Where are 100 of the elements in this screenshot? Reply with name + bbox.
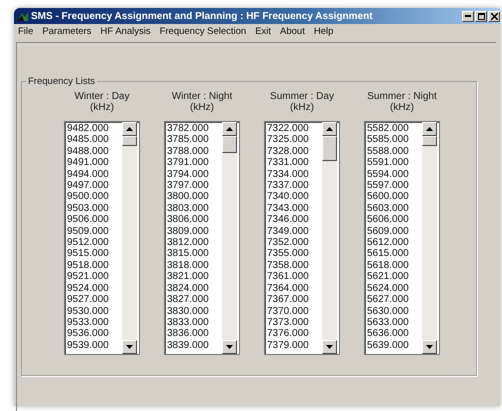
- list-item[interactable]: 9488.000: [67, 146, 122, 158]
- list-item[interactable]: 3818.000: [167, 260, 222, 272]
- menu-item[interactable]: Frequency Selection: [160, 26, 246, 37]
- list-item[interactable]: 7322.000: [267, 123, 322, 134]
- list-item[interactable]: 9518.000: [67, 260, 122, 272]
- list-item[interactable]: 7379.000: [267, 340, 322, 352]
- frequency-listbox[interactable]: 7322.000 7325.000 7328.000 7331.000 7334.000 7337.000 7340.000 7343.000 7346.000 7349.000 7352.000 7355.000 7358.000 7361.000 7364.000 7367.000 7370.000 7373.000 7376.000 7379.000: [264, 121, 340, 355]
- list-item[interactable]: 3794.000: [167, 168, 222, 180]
- list-item[interactable]: 7355.000: [267, 248, 322, 260]
- frequency-listbox[interactable]: 5582.000 5585.000 5588.000 5591.000 5594.000 5597.000 5600.000 5603.000 5606.000 5609.000 5612.000 5615.000 5618.000 5621.000 5624.000 5627.000 5630.000 5633.000 5636.000 5639.000: [364, 121, 440, 355]
- group-title: Frequency Lists: [27, 76, 96, 87]
- unit-label: (kHz): [390, 102, 414, 113]
- list-item[interactable]: 3833.000: [167, 316, 222, 328]
- column-heading: Winter : Day: [74, 91, 130, 102]
- list-item[interactable]: 9512.000: [67, 237, 122, 248]
- list-item[interactable]: 7349.000: [267, 226, 322, 238]
- list-item[interactable]: 9533.000: [67, 316, 122, 328]
- list-item[interactable]: 9524.000: [67, 282, 122, 294]
- list-item[interactable]: 3791.000: [167, 157, 222, 169]
- list-item[interactable]: 5594.000: [367, 168, 422, 180]
- list-item[interactable]: 3836.000: [167, 328, 222, 340]
- list-item[interactable]: 5597.000: [367, 180, 422, 192]
- list-item[interactable]: 7361.000: [267, 271, 322, 283]
- unit-label: (kHz): [290, 102, 314, 113]
- list-item[interactable]: 7358.000: [267, 260, 322, 272]
- list-item[interactable]: 9515.000: [67, 248, 122, 260]
- window-title: SMS - Frequency Assignment and Planning : HF Frequency Assignment: [31, 10, 373, 22]
- list-item[interactable]: 7334.000: [267, 168, 322, 180]
- frequency-listbox[interactable]: 3782.000 3785.000 3788.000 3791.000 3794.000 3797.000 3800.000 3803.000 3806.000 3809.000 3812.000 3815.000 3818.000 3821.000 3824.000 3827.000 3830.000 3833.000 3836.000 3839.000: [164, 121, 240, 355]
- list-item[interactable]: 7367.000: [267, 294, 322, 306]
- list-item[interactable]: 7346.000: [267, 214, 322, 226]
- list-item[interactable]: 9485.000: [67, 134, 122, 146]
- column-heading: Winter : Night: [172, 91, 232, 102]
- menu-item[interactable]: Help: [314, 26, 334, 37]
- list-item[interactable]: 9494.000: [67, 168, 122, 180]
- list-item[interactable]: 3830.000: [167, 306, 222, 317]
- list-item[interactable]: 5588.000: [367, 146, 422, 158]
- column-heading: Summer : Night: [367, 91, 437, 102]
- list-item[interactable]: 9500.000: [67, 191, 122, 203]
- list-item[interactable]: 5627.000: [367, 294, 422, 306]
- list-item[interactable]: 5585.000: [367, 134, 422, 146]
- list-item[interactable]: 3788.000: [167, 146, 222, 158]
- list-item[interactable]: 3809.000: [167, 226, 222, 238]
- list-item[interactable]: 7343.000: [267, 202, 322, 214]
- list-item[interactable]: 7325.000: [267, 134, 322, 146]
- list-item[interactable]: 5621.000: [367, 271, 422, 283]
- menu-item[interactable]: File: [18, 26, 34, 37]
- list-item[interactable]: 9506.000: [67, 214, 122, 226]
- list-item[interactable]: 7337.000: [267, 180, 322, 192]
- list-item[interactable]: 7373.000: [267, 316, 322, 328]
- list-item[interactable]: 3827.000: [167, 294, 222, 306]
- list-item[interactable]: 3815.000: [167, 248, 222, 260]
- list-item[interactable]: 7331.000: [267, 157, 322, 169]
- list-item[interactable]: 3803.000: [167, 202, 222, 214]
- list-item[interactable]: 7376.000: [267, 328, 322, 340]
- list-item[interactable]: 9536.000: [67, 328, 122, 340]
- list-item[interactable]: 3812.000: [167, 237, 222, 248]
- list-item[interactable]: 5612.000: [367, 237, 422, 248]
- list-item[interactable]: 7364.000: [267, 282, 322, 294]
- list-item[interactable]: 3824.000: [167, 282, 222, 294]
- list-item[interactable]: 9530.000: [67, 306, 122, 317]
- list-item[interactable]: 7352.000: [267, 237, 322, 248]
- list-item[interactable]: 3800.000: [167, 191, 222, 203]
- list-item[interactable]: 7328.000: [267, 146, 322, 158]
- list-item[interactable]: 9539.000: [67, 340, 122, 352]
- list-item[interactable]: 9491.000: [67, 157, 122, 169]
- list-item[interactable]: 3797.000: [167, 180, 222, 192]
- menu-item[interactable]: HF Analysis: [100, 26, 151, 37]
- list-item[interactable]: 3821.000: [167, 271, 222, 283]
- menu-item[interactable]: Parameters: [42, 26, 92, 37]
- list-item[interactable]: 5633.000: [367, 316, 422, 328]
- list-item[interactable]: 3782.000: [167, 123, 222, 134]
- menu-item[interactable]: Exit: [255, 26, 272, 37]
- list-item[interactable]: 3785.000: [167, 134, 222, 146]
- list-item[interactable]: 5630.000: [367, 306, 422, 317]
- list-item[interactable]: 3839.000: [167, 340, 222, 352]
- list-item[interactable]: 5609.000: [367, 226, 422, 238]
- list-item[interactable]: 5582.000: [367, 123, 422, 134]
- list-item[interactable]: 5606.000: [367, 214, 422, 226]
- list-item[interactable]: 7340.000: [267, 191, 322, 203]
- list-item[interactable]: 3806.000: [167, 214, 222, 226]
- list-item[interactable]: 5624.000: [367, 282, 422, 294]
- unit-label: (kHz): [90, 102, 114, 113]
- list-item[interactable]: 9482.000: [67, 123, 122, 134]
- frequency-listbox[interactable]: 9482.000 9485.000 9488.000 9491.000 9494.000 9497.000 9500.000 9503.000 9506.000 9509.000 9512.000 9515.000 9518.000 9521.000 9524.000 9527.000 9530.000 9533.000 9536.000 9539.000: [64, 121, 140, 355]
- unit-label: (kHz): [190, 102, 214, 113]
- list-item[interactable]: 5600.000: [367, 191, 422, 203]
- list-item[interactable]: 7370.000: [267, 306, 322, 317]
- list-item[interactable]: 5636.000: [367, 328, 422, 340]
- list-item[interactable]: 5591.000: [367, 157, 422, 169]
- list-item[interactable]: 5603.000: [367, 202, 422, 214]
- list-item[interactable]: 9503.000: [67, 202, 122, 214]
- list-item[interactable]: 9509.000: [67, 226, 122, 238]
- list-item[interactable]: 9527.000: [67, 294, 122, 306]
- list-item[interactable]: 5639.000: [367, 340, 422, 352]
- list-item[interactable]: 9497.000: [67, 180, 122, 192]
- menu-item[interactable]: About: [280, 26, 305, 37]
- list-item[interactable]: 9521.000: [67, 271, 122, 283]
- list-item[interactable]: 5615.000: [367, 248, 422, 260]
- list-item[interactable]: 5618.000: [367, 260, 422, 272]
